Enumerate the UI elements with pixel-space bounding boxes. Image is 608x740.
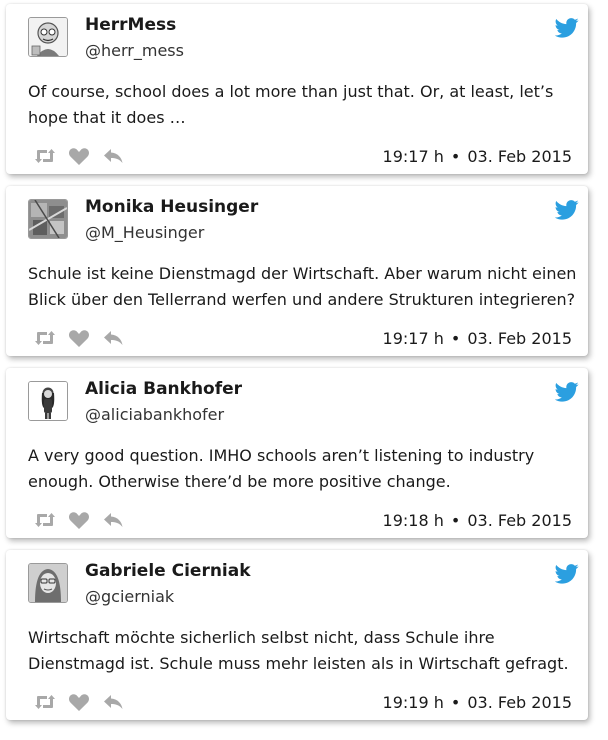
twitter-bird-icon[interactable] (554, 382, 579, 402)
timestamp[interactable]: 19:17 h • 03. Feb 2015 (383, 147, 572, 166)
tweet-text: A very good question. IMHO schools aren’… (28, 446, 535, 491)
avatar[interactable] (28, 199, 68, 239)
tweet-text: Schule ist keine Dienstmagd der Wirtscha… (28, 264, 577, 309)
retweet-icon[interactable] (33, 328, 57, 348)
retweet-icon[interactable] (33, 692, 57, 712)
retweet-icon[interactable] (33, 510, 57, 530)
author-handle[interactable]: @M_Heusinger (85, 223, 204, 242)
avatar[interactable] (28, 563, 68, 603)
retweet-icon[interactable] (33, 146, 57, 166)
tweet-date: 03. Feb 2015 (467, 511, 572, 530)
tweet-date: 03. Feb 2015 (467, 329, 572, 348)
avatar[interactable] (28, 381, 68, 421)
separator-dot: • (450, 147, 461, 166)
tweet-date: 03. Feb 2015 (467, 147, 572, 166)
reply-icon[interactable] (102, 146, 126, 166)
tweet-time: 19:19 h (382, 693, 444, 712)
timestamp[interactable]: 19:17 h • 03. Feb 2015 (383, 329, 572, 348)
twitter-bird-icon[interactable] (554, 200, 579, 220)
tweet-date: 03. Feb 2015 (467, 693, 572, 712)
separator-dot: • (450, 693, 461, 712)
tweet-time: 19:17 h (382, 329, 444, 348)
separator-dot: • (450, 329, 461, 348)
heart-icon[interactable] (67, 146, 91, 166)
heart-icon[interactable] (67, 328, 91, 348)
timestamp[interactable]: 19:19 h • 03. Feb 2015 (383, 693, 572, 712)
author-handle[interactable]: @aliciabankhofer (85, 405, 224, 424)
twitter-bird-icon[interactable] (554, 18, 579, 38)
tweet-card: Monika Heusinger @M_Heusinger Schule ist… (6, 186, 588, 356)
twitter-bird-icon[interactable] (554, 564, 579, 584)
tweet-text: Of course, school does a lot more than j… (28, 82, 554, 127)
tweet-card: Alicia Bankhofer @aliciabankhofer A very… (6, 368, 588, 538)
reply-icon[interactable] (102, 328, 126, 348)
author-name[interactable]: Gabriele Cierniak (85, 561, 251, 581)
author-name[interactable]: Monika Heusinger (85, 197, 258, 217)
heart-icon[interactable] (67, 692, 91, 712)
heart-icon[interactable] (67, 510, 91, 530)
reply-icon[interactable] (102, 692, 126, 712)
tweet-text: Wirtschaft möchte sicherlich selbst nich… (28, 628, 569, 673)
tweet-card: HerrMess @herr_mess Of course, school do… (6, 4, 588, 174)
avatar[interactable] (28, 17, 68, 57)
author-name[interactable]: Alicia Bankhofer (85, 379, 242, 399)
separator-dot: • (450, 511, 461, 530)
reply-icon[interactable] (102, 510, 126, 530)
tweet-time: 19:18 h (382, 511, 444, 530)
author-handle[interactable]: @gcierniak (85, 587, 174, 606)
tweet-feed: HerrMess @herr_mess Of course, school do… (0, 0, 608, 740)
tweet-time: 19:17 h (382, 147, 444, 166)
author-handle[interactable]: @herr_mess (85, 41, 184, 60)
timestamp[interactable]: 19:18 h • 03. Feb 2015 (383, 511, 572, 530)
tweet-card: Gabriele Cierniak @gcierniak Wirtschaft … (6, 550, 588, 720)
author-name[interactable]: HerrMess (85, 15, 176, 35)
